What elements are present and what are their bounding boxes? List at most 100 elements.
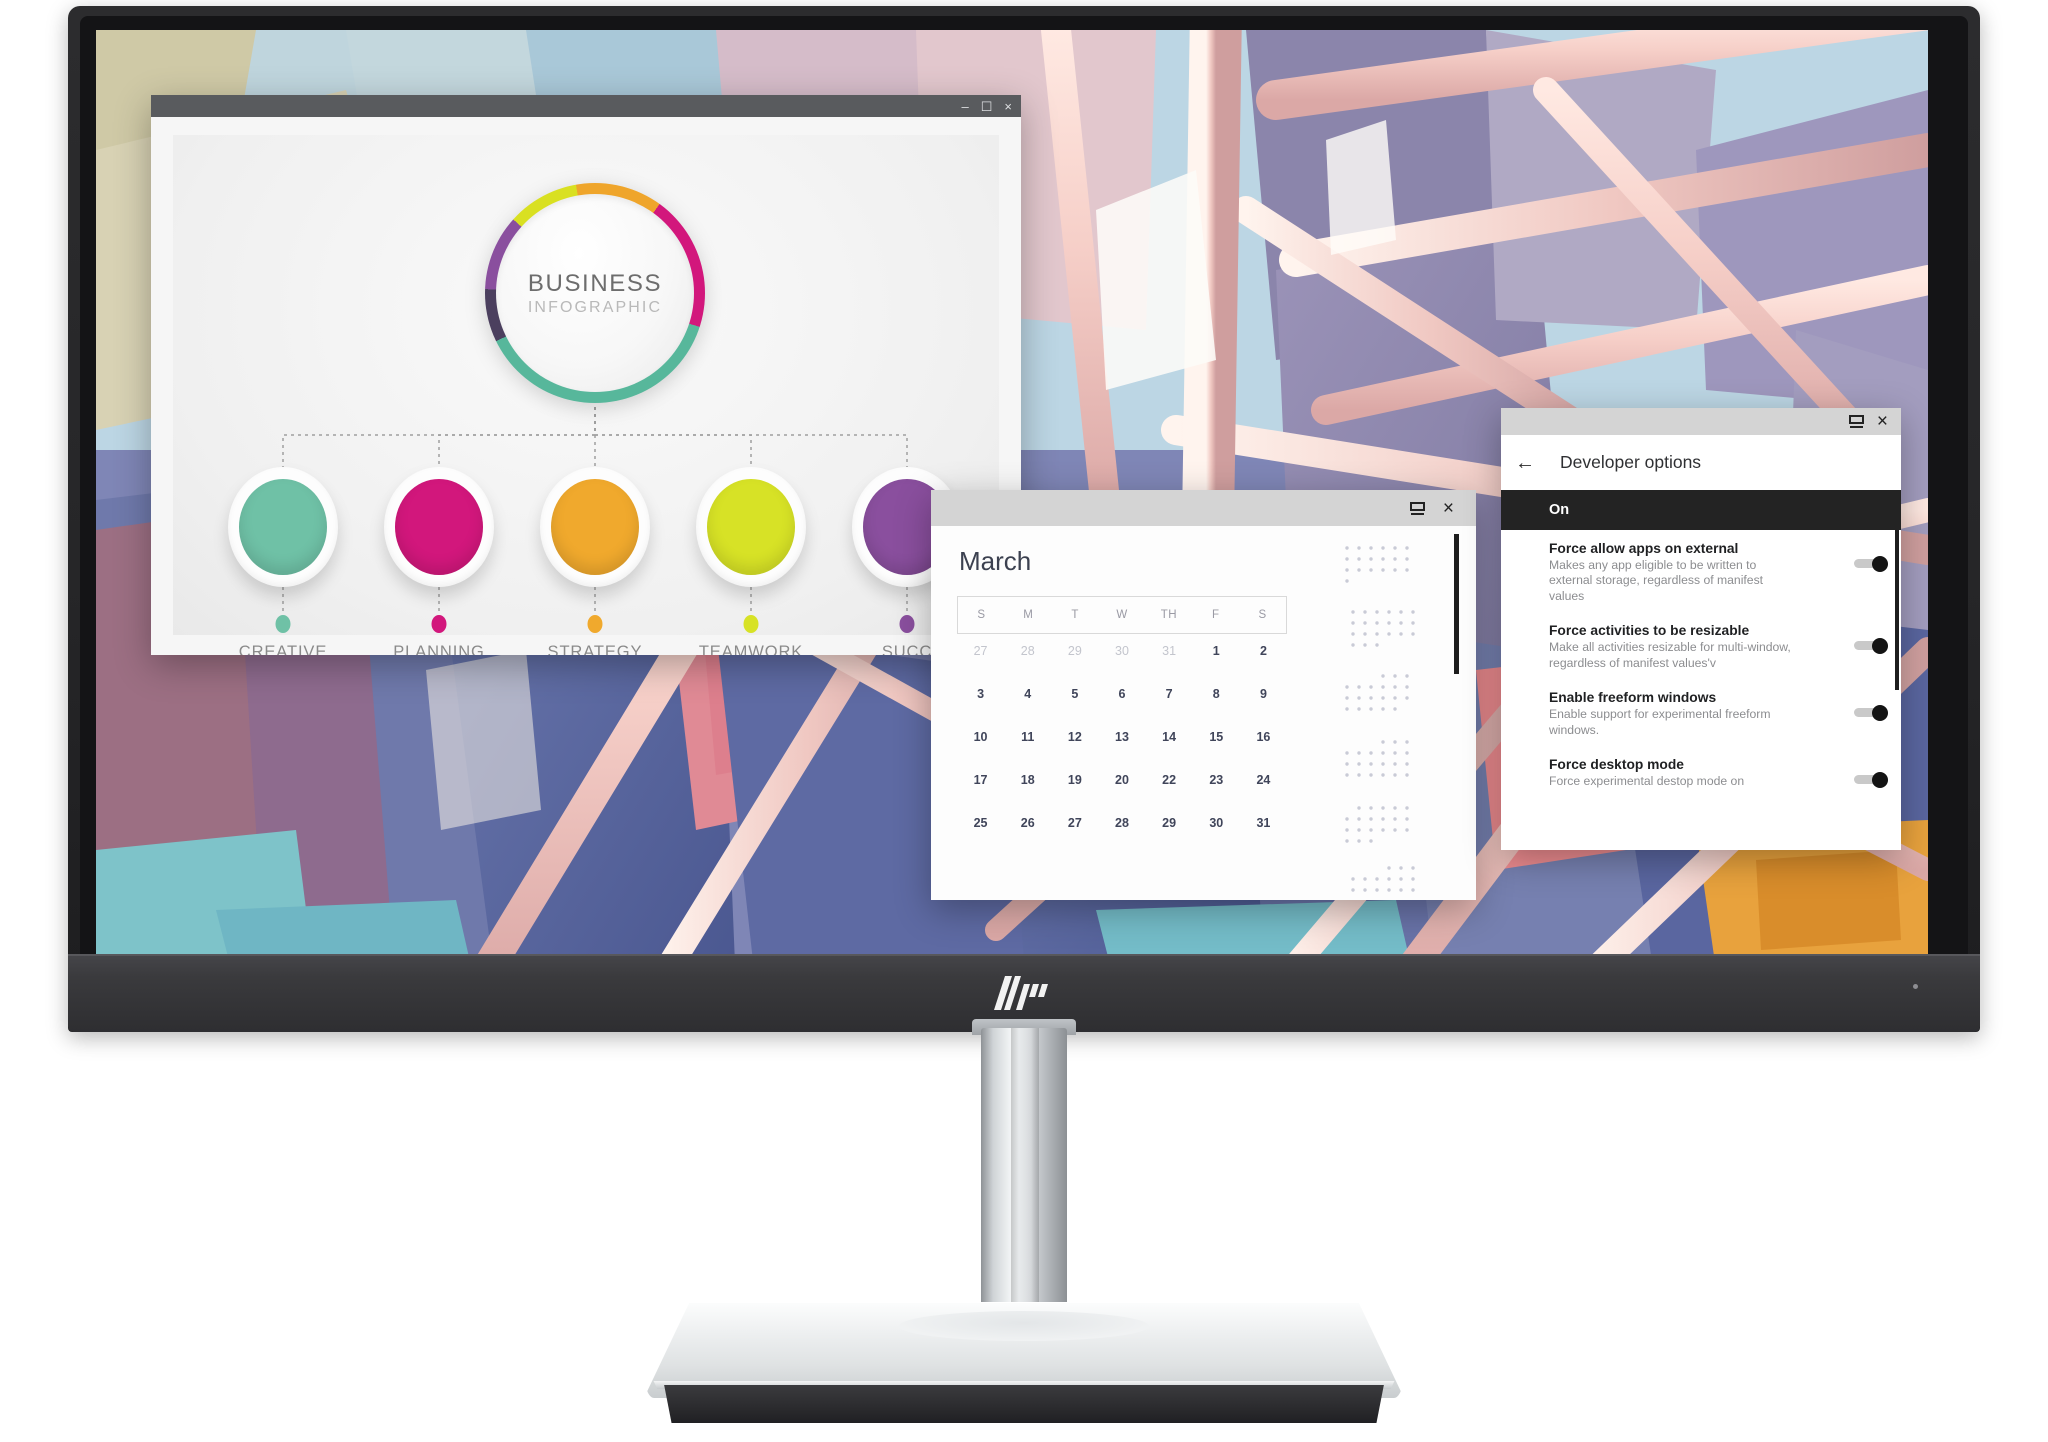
calendar-day[interactable]: 2 — [1240, 644, 1287, 658]
restore-window-icon[interactable] — [1409, 501, 1425, 515]
setting-toggle[interactable] — [1854, 556, 1888, 572]
infographic-node[interactable] — [540, 467, 650, 587]
infographic-content: BUSINESS INFOGRAPHIC CREATIVE PLANNING S… — [151, 117, 1021, 655]
calendar-day[interactable]: 31 — [1240, 816, 1287, 830]
calendar-day[interactable]: 30 — [1098, 644, 1145, 658]
calendar-day[interactable]: 5 — [1051, 687, 1098, 701]
calendar-day[interactable]: 28 — [1004, 644, 1051, 658]
maximize-icon[interactable]: ☐ — [981, 100, 993, 113]
developer-master-toggle-bar[interactable]: On — [1501, 490, 1901, 530]
infographic-node[interactable] — [228, 467, 338, 587]
calendar-day[interactable]: 12 — [1051, 730, 1098, 744]
calendar-day[interactable]: 3 — [957, 687, 1004, 701]
calendar-day[interactable]: 26 — [1004, 816, 1051, 830]
developer-scrollbar[interactable] — [1895, 530, 1899, 690]
infographic-node[interactable] — [384, 467, 494, 587]
calendar-day[interactable]: 6 — [1098, 687, 1145, 701]
calendar-day[interactable]: 15 — [1193, 730, 1240, 744]
calendar-month-title: March — [959, 546, 1032, 576]
setting-toggle[interactable] — [1854, 705, 1888, 722]
calendar-day[interactable]: 7 — [1146, 687, 1193, 701]
calendar-day[interactable]: 23 — [1193, 773, 1240, 787]
setting-row[interactable]: Enable freeform windows Enable support f… — [1501, 679, 1901, 746]
calendar-day[interactable]: 24 — [1240, 773, 1287, 787]
calendar-day[interactable]: 22 — [1146, 773, 1193, 787]
monitor-bezel: – ☐ × BUSINESS INFOGRAPHIC CREATIVE PLAN… — [80, 16, 1968, 1032]
dot-pattern — [1345, 546, 1409, 583]
infographic-titlebar[interactable]: – ☐ × — [151, 95, 1021, 117]
calendar-day[interactable]: 27 — [957, 644, 1004, 658]
day-header: S — [1258, 609, 1267, 621]
calendar-day[interactable]: 9 — [1240, 687, 1287, 701]
calendar-day[interactable]: 29 — [1146, 816, 1193, 830]
dot-pattern — [1351, 610, 1415, 647]
hp-logo — [994, 976, 1048, 1010]
setting-description: Make all activities resizable for multi-… — [1549, 640, 1791, 670]
calendar-day[interactable]: 14 — [1146, 730, 1193, 744]
developer-options-list: Force allow apps on external Makes any a… — [1501, 530, 1901, 850]
calendar-day[interactable]: 1 — [1193, 644, 1240, 658]
toggle-knob — [1872, 638, 1888, 655]
infographic-node[interactable] — [696, 467, 806, 587]
calendar-day[interactable]: 27 — [1051, 816, 1098, 830]
calendar-day[interactable]: 19 — [1051, 773, 1098, 787]
day-header: S — [977, 609, 986, 621]
calendar-day[interactable]: 4 — [1004, 687, 1051, 701]
calendar-day[interactable]: 29 — [1051, 644, 1098, 658]
node-fill — [395, 479, 483, 575]
calendar-day[interactable]: 31 — [1146, 644, 1193, 658]
node-dot — [587, 615, 603, 633]
node-dot — [275, 615, 291, 633]
day-header: M — [1023, 609, 1034, 621]
node-label: SUCC — [881, 643, 933, 655]
day-header: F — [1211, 609, 1220, 621]
dot-pattern — [1345, 674, 1409, 711]
calendar-scrollbar[interactable] — [1454, 534, 1459, 674]
setting-title: Enable freeform windows — [1549, 690, 1717, 706]
restore-window-icon[interactable] — [1848, 415, 1864, 428]
calendar-day[interactable]: 13 — [1098, 730, 1145, 744]
calendar-day[interactable]: 10 — [957, 730, 1004, 744]
setting-toggle[interactable] — [1854, 638, 1888, 655]
stand-base-front — [664, 1385, 1384, 1423]
calendar-day[interactable]: 8 — [1193, 687, 1240, 701]
setting-toggle[interactable] — [1854, 772, 1888, 789]
back-arrow-icon[interactable]: ← — [1515, 453, 1535, 473]
calendar-day[interactable]: 20 — [1098, 773, 1145, 787]
calendar-day[interactable]: 17 — [957, 773, 1004, 787]
node-fill — [239, 479, 327, 575]
toggle-knob — [1872, 556, 1888, 572]
toggle-knob — [1872, 705, 1888, 722]
calendar-day[interactable]: 18 — [1004, 773, 1051, 787]
calendar-date-grid[interactable]: 27 28 29 30 31 1 2 3 4 5 6 7 8 9 10 11 1… — [957, 644, 1287, 830]
infographic-ring: BUSINESS INFOGRAPHIC — [485, 183, 705, 403]
calendar-day[interactable]: 25 — [957, 816, 1004, 830]
close-icon[interactable]: × — [1004, 100, 1012, 113]
node-label: PLANNING — [393, 643, 485, 655]
setting-description: Makes any app eligible to be written to … — [1549, 558, 1764, 603]
calendar-day[interactable]: 11 — [1004, 730, 1051, 744]
close-icon[interactable]: × — [1443, 499, 1454, 518]
minimize-icon[interactable]: – — [962, 100, 969, 113]
calendar-day[interactable]: 30 — [1193, 816, 1240, 830]
calendar-titlebar[interactable]: × — [931, 490, 1476, 526]
ring-title-line1: BUSINESS — [527, 269, 663, 297]
calendar-day[interactable]: 16 — [1240, 730, 1287, 744]
setting-row[interactable]: Force desktop mode Force experimental de… — [1501, 746, 1901, 797]
node-fill — [551, 479, 639, 575]
stand-neck — [981, 1028, 1067, 1320]
setting-row[interactable]: Force activities to be resizable Make al… — [1501, 612, 1901, 679]
developer-titlebar[interactable]: × — [1501, 408, 1901, 435]
calendar-window[interactable]: × March S M T W TH F S 27 28 29 30 31 1 … — [931, 490, 1476, 900]
day-header: T — [1071, 609, 1079, 621]
page-title: Developer options — [1560, 452, 1702, 472]
calendar-day[interactable]: 28 — [1098, 816, 1145, 830]
setting-title: Force activities to be resizable — [1549, 623, 1750, 639]
monitor-body: – ☐ × BUSINESS INFOGRAPHIC CREATIVE PLAN… — [68, 6, 1980, 1032]
setting-row[interactable]: Force allow apps on external Makes any a… — [1501, 530, 1901, 612]
screenshot-root: – ☐ × BUSINESS INFOGRAPHIC CREATIVE PLAN… — [0, 0, 2048, 1442]
dot-pattern — [1345, 806, 1409, 843]
developer-options-window[interactable]: × ← Developer options On Force allow app… — [1501, 408, 1901, 850]
infographic-window[interactable]: – ☐ × BUSINESS INFOGRAPHIC CREATIVE PLAN… — [151, 95, 1021, 655]
close-icon[interactable]: × — [1877, 412, 1888, 431]
